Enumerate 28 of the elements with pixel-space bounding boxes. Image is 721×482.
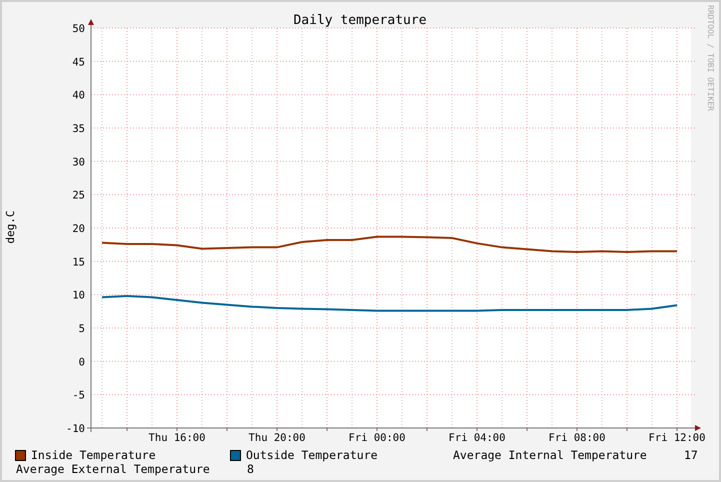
- summary-value: 17: [684, 448, 698, 462]
- tick-label: 0: [78, 356, 85, 368]
- tick-label: Fri 08:00: [548, 432, 606, 442]
- tick-label: Fri 04:00: [448, 432, 506, 442]
- tick-label: -10: [66, 423, 85, 435]
- axis-label: deg.C: [4, 210, 17, 244]
- summary-value: 8: [247, 462, 254, 476]
- tick-label: 40: [72, 90, 85, 102]
- legend-label: Inside Temperature: [31, 448, 156, 462]
- chart-title: Daily temperature: [293, 13, 427, 28]
- tick-label: Fri 12:00: [648, 432, 706, 442]
- tick-label: Thu 16:00: [148, 432, 206, 442]
- summary-label: Average External Temperature: [16, 462, 211, 476]
- tick-label: Thu 20:00: [248, 432, 306, 442]
- legend-label: Outside Temperature: [246, 448, 378, 462]
- tick-label: 25: [72, 190, 85, 202]
- tick-label: 10: [72, 290, 85, 302]
- summary-label: Average Internal Temperature: [453, 448, 648, 462]
- tick-label: 30: [72, 156, 85, 168]
- tick-label: 50: [72, 23, 85, 35]
- tick-label: 5: [78, 323, 85, 335]
- credit-text: RRDTOOL / TOBI OETIKER: [706, 5, 715, 111]
- tick-label: 45: [72, 56, 85, 68]
- tick-label: 15: [72, 256, 85, 268]
- tick-label: 20: [72, 223, 85, 235]
- tick-label: 35: [72, 123, 85, 135]
- tick-label: Fri 00:00: [348, 432, 406, 442]
- tick-label: -5: [72, 390, 85, 402]
